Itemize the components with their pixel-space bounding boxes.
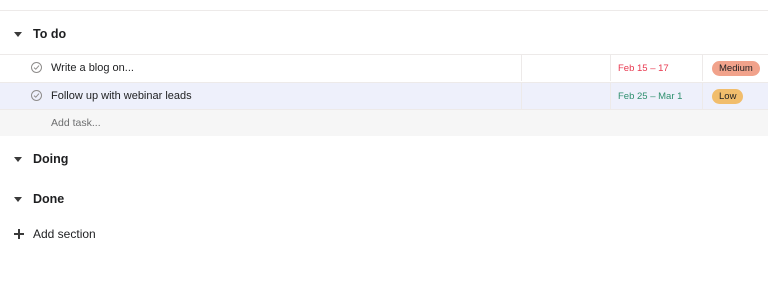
due-date[interactable]: Feb 15 – 17 [618, 63, 669, 74]
plus-icon [14, 229, 24, 239]
task-row[interactable]: Write a blog on... Feb 15 – 17 Medium [0, 54, 768, 81]
column-divider [702, 55, 703, 81]
add-section-button[interactable]: Add section [14, 225, 96, 243]
check-circle-icon[interactable] [31, 62, 42, 73]
due-date[interactable]: Feb 25 – Mar 1 [618, 91, 682, 102]
add-section-label: Add section [33, 227, 96, 241]
column-divider [521, 83, 522, 109]
section-title: Done [33, 192, 65, 206]
top-divider [0, 10, 768, 11]
column-divider [702, 83, 703, 109]
column-divider [521, 55, 522, 81]
section-title: Doing [33, 152, 69, 166]
caret-down-icon[interactable] [14, 32, 22, 37]
task-name[interactable]: Follow up with webinar leads [51, 90, 192, 102]
column-divider [610, 55, 611, 81]
caret-down-icon[interactable] [14, 197, 22, 202]
section-title: To do [33, 27, 67, 41]
task-name[interactable]: Write a blog on... [51, 62, 134, 74]
check-circle-icon[interactable] [31, 90, 42, 101]
caret-down-icon[interactable] [14, 157, 22, 162]
priority-badge[interactable]: Low [712, 89, 744, 104]
task-row[interactable]: Follow up with webinar leads Feb 25 – Ma… [0, 82, 768, 109]
add-task-button[interactable]: Add task... [51, 117, 101, 129]
add-task-row[interactable]: Add task... [0, 109, 768, 136]
priority-badge[interactable]: Medium [712, 61, 760, 76]
column-divider [610, 83, 611, 109]
